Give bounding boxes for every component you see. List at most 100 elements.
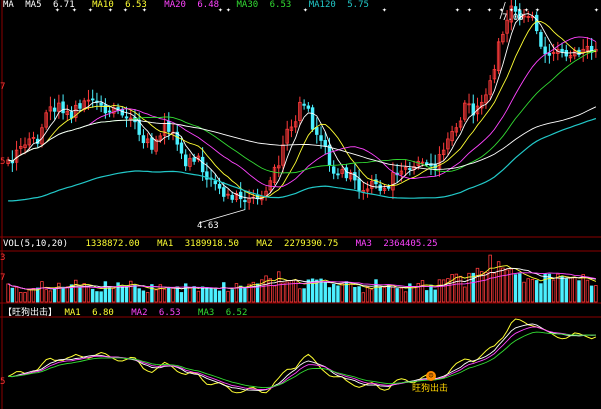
legend-ma10: MA10 6.53 <box>92 0 147 10</box>
volume-bar <box>40 281 44 303</box>
candle-down <box>141 135 146 144</box>
chart-canvas: ✦ ✦ ✦ ✦ ✦ ✦ ✦ ✦ ✦ ✦ ✦ ✦ ✦ ✦ ✦ ✦ ✦ ✦ ✦ <box>0 0 601 409</box>
candle-down <box>539 32 543 47</box>
volume-bar <box>277 271 281 303</box>
smiley-face-icon: ☺ <box>426 371 436 381</box>
price-legend: MA MA5 6.71 MA10 6.53 MA20 6.48 MA30 6.5… <box>3 0 381 11</box>
candle-down <box>332 166 336 174</box>
volume-bar <box>370 289 374 303</box>
volume-bar <box>23 292 27 303</box>
volume-bar <box>99 291 103 303</box>
volume-bar <box>19 291 23 303</box>
volume-bar <box>154 289 158 303</box>
candle-down <box>302 103 306 106</box>
candle-down <box>327 144 332 166</box>
volume-bar <box>10 287 15 303</box>
volume-bar <box>217 290 222 303</box>
candle-down <box>124 116 129 119</box>
ma20-line <box>7 36 597 188</box>
volume-bar <box>564 278 568 303</box>
candle-down <box>425 162 429 165</box>
event-marker: ✦ <box>467 5 472 14</box>
volume-bar <box>534 280 539 303</box>
volume-bar <box>437 279 442 303</box>
volume-bar <box>374 279 378 303</box>
volume-legend: VOL(5,10,20) 1338872.00 MA1 3189918.50 M… <box>3 239 450 250</box>
candle-down <box>52 107 57 112</box>
candle-down <box>319 135 323 141</box>
candle-down <box>306 105 311 109</box>
volume-bar <box>365 286 370 303</box>
stock-chart: ✦ ✦ ✦ ✦ ✦ ✦ ✦ ✦ ✦ ✦ ✦ ✦ ✦ ✦ ✦ ✦ ✦ ✦ ✦ MA MA5 6.71 MA10 6.5… <box>0 0 601 409</box>
volume-bar <box>594 285 598 303</box>
indicator-title: 【旺狗出击】 <box>3 308 58 318</box>
event-marker: ✦ <box>455 5 460 14</box>
volume-bar <box>238 285 243 303</box>
volume-bar <box>205 286 209 303</box>
volume-bar <box>188 287 192 303</box>
volume-bar <box>522 281 526 303</box>
volume-bar <box>150 284 154 303</box>
volume-bar <box>501 267 505 303</box>
ma60-line <box>7 106 597 170</box>
candle-down <box>167 121 171 132</box>
event-marker: ✦ <box>382 5 387 14</box>
volume-bar <box>589 285 594 303</box>
candle-down <box>213 180 218 185</box>
volume-bar <box>268 278 272 303</box>
volume-bar <box>272 285 277 303</box>
legend-ma30: MA30 6.53 <box>236 0 292 10</box>
volume-bar <box>213 287 218 303</box>
low-price-label: 4.63 <box>197 221 219 231</box>
volume-bar <box>399 287 404 303</box>
indicator-axis-label: 5 <box>0 377 6 387</box>
candle-down <box>357 178 361 191</box>
volume-bar <box>124 285 129 303</box>
ma120-line <box>8 117 597 202</box>
price-axis-label: 5 <box>0 157 6 167</box>
candle-down <box>336 173 340 176</box>
candle-down <box>243 200 247 203</box>
volume-bar <box>90 288 95 303</box>
indicator-legend: 【旺狗出击】 MA1 6.80 MA2 6.53 MA3 6.52 <box>3 308 259 319</box>
volume-bar <box>420 280 425 303</box>
candle-down <box>78 103 82 109</box>
volume-bar <box>336 285 340 303</box>
volume-bar <box>348 283 353 303</box>
legend-volume-value: 1338872.00 <box>85 239 140 249</box>
volume-bar <box>386 284 391 303</box>
volume-bar <box>471 272 475 303</box>
volume-bar <box>48 290 53 303</box>
volume-bar <box>52 288 57 303</box>
volume-bar <box>391 286 395 303</box>
high-price-label: 7.08 <box>502 13 524 23</box>
volume-bar <box>95 291 99 303</box>
volume-bar <box>332 283 336 303</box>
candle-down <box>69 111 74 119</box>
volume-bar <box>112 287 116 303</box>
candle-down <box>217 183 222 189</box>
volume-bar <box>27 288 31 303</box>
volume-bar <box>74 279 78 303</box>
volume-bar <box>475 267 480 303</box>
volume-bar <box>133 284 137 303</box>
legend-ma120: MA120 5.75 <box>308 0 369 10</box>
candle-down <box>179 142 184 154</box>
volume-bar <box>162 288 167 303</box>
volume-bar <box>568 277 573 303</box>
volume-bar <box>323 282 327 303</box>
legend-ma5: MA5 6.71 <box>25 0 75 10</box>
volume-bar <box>209 288 213 303</box>
volume-bar <box>513 274 518 303</box>
volume-title: VOL(5,10,20) <box>3 239 69 249</box>
legend-ind-ma1: MA1 6.80 <box>64 308 114 318</box>
candle-down <box>315 127 319 135</box>
legend-ind-ma2: MA2 6.53 <box>131 308 181 318</box>
volume-bar <box>530 278 535 303</box>
volume-bar <box>243 286 247 303</box>
volume-bar <box>230 289 234 303</box>
volume-bar <box>226 290 230 303</box>
volume-bar <box>425 290 429 303</box>
candle-down <box>378 184 382 191</box>
volume-bar <box>581 274 585 303</box>
